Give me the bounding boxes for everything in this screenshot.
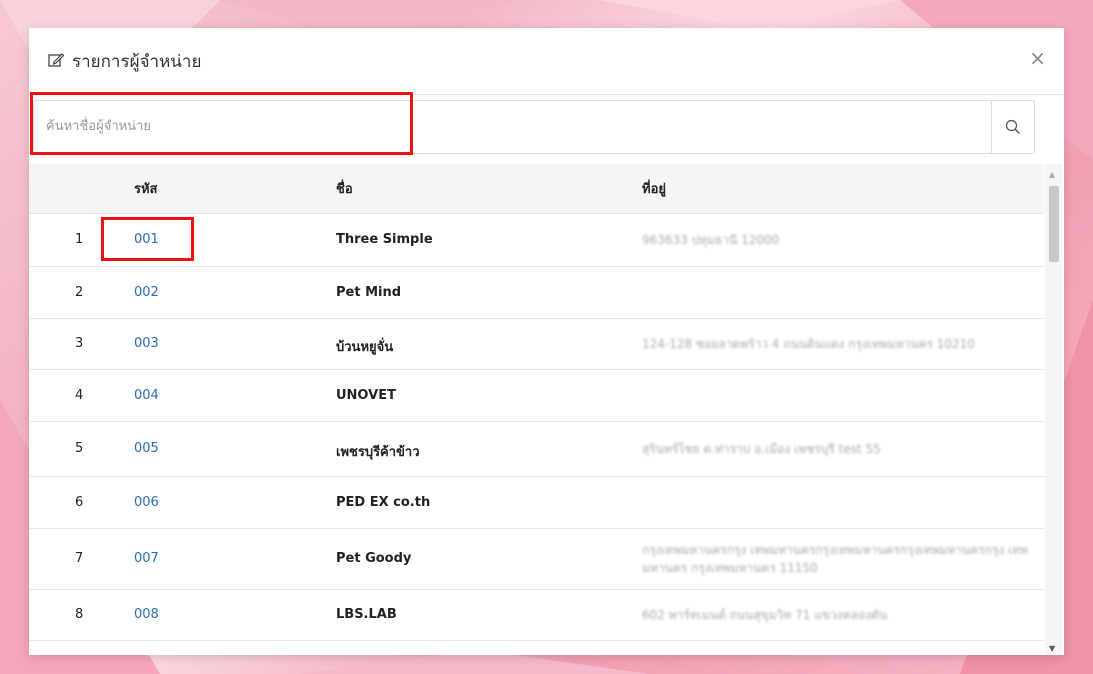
table-row[interactable]: 8 008 LBS.LAB 602 พาร์ทเมนต์ ถนนสุขุมวิท 71…: [29, 590, 1044, 641]
dialog-title: รายการผู้จำหน่าย: [72, 52, 202, 72]
supplier-code-link[interactable]: 004: [134, 388, 159, 403]
header-address: ที่อยู่: [642, 182, 666, 197]
supplier-code-link[interactable]: 003: [134, 336, 159, 351]
search-button[interactable]: [991, 101, 1034, 153]
supplier-code-link[interactable]: 005: [134, 441, 159, 456]
scrollbar-thumb[interactable]: [1049, 186, 1059, 262]
supplier-address: 124-128 ซอยลาดพร้าว 4 ถนนดินแดง กรุงเทพม…: [642, 337, 975, 351]
supplier-name: เพชรบุรีค้าข้าว: [336, 445, 420, 460]
supplier-code-link[interactable]: 006: [134, 495, 159, 510]
row-number: 2: [75, 285, 84, 300]
table-body: 1 001 Three Simple 963633 ปทุมธานี 12000 2 00…: [29, 214, 1044, 641]
supplier-code-link[interactable]: 007: [134, 551, 159, 566]
supplier-code-link[interactable]: 008: [134, 607, 159, 622]
table-row[interactable]: 3 003 บ้วนหยูจั่น 124-128 ซอยลาดพร้าว 4 ถนน…: [29, 319, 1044, 370]
supplier-name: UNOVET: [336, 388, 396, 403]
supplier-name: Pet Mind: [336, 285, 402, 300]
supplier-address: สุรินทร์ไชย ต.ท่าราบ อ.เมือง เพชรบุรี te…: [642, 442, 881, 456]
row-number: 6: [75, 495, 84, 510]
supplier-code-link[interactable]: 002: [134, 285, 159, 300]
table-row[interactable]: 5 005 เพชรบุรีค้าข้าว สุรินทร์ไชย ต.ท่าราบ …: [29, 422, 1044, 477]
row-number: 1: [75, 232, 84, 247]
table-row[interactable]: 6 006 PED EX co.th: [29, 477, 1044, 529]
row-number: 8: [75, 607, 84, 622]
table-header: รหัส ชื่อ ที่อยู่: [29, 164, 1044, 214]
supplier-name: LBS.LAB: [336, 607, 397, 622]
close-icon[interactable]: ×: [1029, 46, 1046, 70]
edit-icon: [48, 53, 64, 67]
header-name: ชื่อ: [336, 182, 353, 197]
row-number: 3: [75, 336, 84, 351]
table-row[interactable]: 4 004 UNOVET: [29, 370, 1044, 422]
search-bar: [33, 100, 1035, 154]
supplier-list-dialog: รายการผู้จำหน่าย × รหัส ชื่อ ที่อยู่ 1 00…: [29, 28, 1064, 655]
supplier-code-link[interactable]: 001: [134, 232, 159, 247]
row-number: 4: [75, 388, 84, 403]
table-row[interactable]: 1 001 Three Simple 963633 ปทุมธานี 12000: [29, 214, 1044, 267]
supplier-address: 963633 ปทุมธานี 12000: [642, 233, 780, 247]
table-row[interactable]: 2 002 Pet Mind: [29, 267, 1044, 319]
dialog-header: รายการผู้จำหน่าย ×: [29, 28, 1064, 95]
scroll-down-icon[interactable]: ▼: [1049, 644, 1055, 653]
supplier-name: PED EX co.th: [336, 495, 431, 510]
scroll-up-icon[interactable]: ▲: [1049, 170, 1055, 179]
header-code: รหัส: [134, 182, 158, 197]
scrollbar[interactable]: ▲ ▼: [1045, 164, 1062, 655]
supplier-name: Three Simple: [336, 232, 433, 247]
search-icon: [1005, 119, 1020, 134]
supplier-address: 602 พาร์ทเมนต์ ถนนสุขุมวิท 71 แขวงคลองตั…: [642, 608, 888, 622]
table-row[interactable]: 7 007 Pet Goody กรุงเทพมหานครกรุง เทพมหานคร…: [29, 529, 1044, 590]
row-number: 7: [75, 551, 84, 566]
supplier-name: Pet Goody: [336, 551, 412, 566]
search-input[interactable]: [34, 101, 1026, 151]
supplier-address: กรุงเทพมหานครกรุง เทพมหานครกรุงเทพมหานคร…: [642, 543, 1029, 575]
row-number: 5: [75, 441, 84, 456]
supplier-table: รหัส ชื่อ ที่อยู่ 1 001 Three Simple 963633…: [29, 164, 1044, 655]
supplier-name: บ้วนหยูจั่น: [336, 340, 394, 355]
